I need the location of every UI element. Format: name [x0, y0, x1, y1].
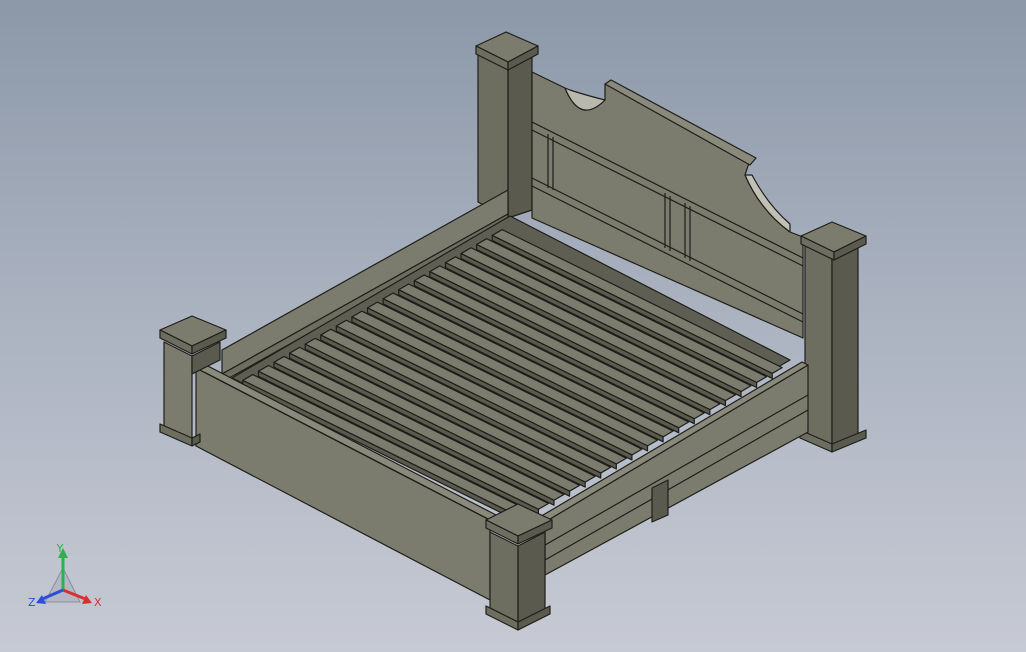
triad-x-label: X	[94, 596, 102, 609]
triad-z-label: Z	[28, 596, 36, 609]
graphics-viewport[interactable]: Y X Z	[0, 0, 1026, 652]
orientation-triad[interactable]: Y X Z	[0, 0, 1026, 652]
triad-y-label: Y	[56, 542, 64, 555]
